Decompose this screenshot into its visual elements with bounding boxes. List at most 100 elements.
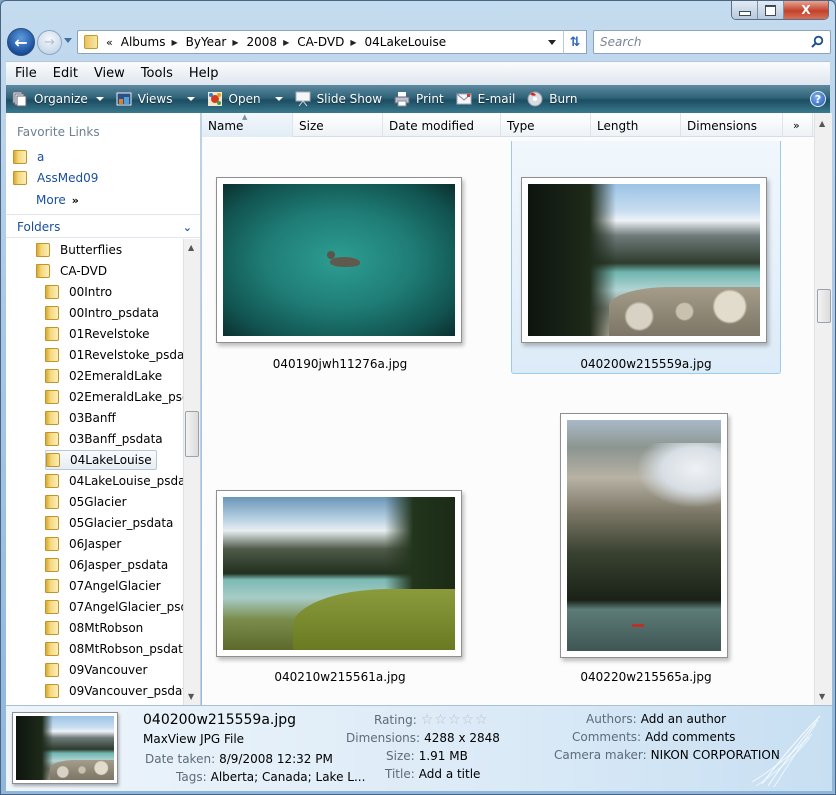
prop-value[interactable]: Add an author [641, 712, 726, 726]
scrollbar-thumb[interactable] [817, 289, 831, 323]
scroll-up-arrow-icon[interactable]: ▲ [188, 243, 194, 252]
views-button[interactable]: Views [110, 85, 201, 113]
print-button[interactable]: Print [388, 85, 450, 113]
tree-item[interactable]: 00Intro [45, 282, 112, 302]
tree-item[interactable]: 03Banff_psdata [45, 429, 163, 449]
breadcrumb-separator-icon[interactable]: ▶ [350, 38, 356, 47]
tree-item[interactable]: 09Vancouver [45, 660, 147, 680]
breadcrumb-separator-icon[interactable]: ▶ [171, 38, 177, 47]
close-button[interactable]: X [784, 1, 828, 19]
column-size[interactable]: Size [293, 113, 383, 137]
column-date-modified[interactable]: Date modified [383, 113, 501, 137]
file-tile[interactable]: 040220w215565a.jpg [511, 413, 781, 693]
refresh-button[interactable]: ⇅ [563, 30, 587, 54]
scroll-down-arrow-icon[interactable]: ▼ [188, 692, 194, 701]
prop-value[interactable]: Add comments [645, 730, 735, 744]
tree-item-selected[interactable]: 04LakeLouise [45, 450, 157, 470]
tree-item[interactable]: 00Intro_psdata [45, 303, 159, 323]
prop-label: Size: [386, 749, 415, 763]
breadcrumb-separator-icon[interactable]: ▶ [232, 38, 238, 47]
prop-value[interactable]: Alberta; Canada; Lake L... [211, 770, 366, 784]
file-list-scrollbar[interactable]: ▲ ▼ [814, 113, 832, 705]
prop-value[interactable]: 8/9/2008 12:32 PM [219, 752, 333, 766]
more-columns-button[interactable]: » [783, 113, 813, 137]
search-icon[interactable] [810, 35, 824, 49]
tree-item[interactable]: 04LakeLouise_psdat [45, 471, 183, 491]
tree-item[interactable]: 01Revelstoke_psdat [45, 345, 183, 365]
slideshow-button[interactable]: Slide Show [289, 85, 388, 113]
column-name[interactable]: ▲ Name [202, 113, 293, 137]
favorite-link-a[interactable]: a [13, 150, 44, 164]
rating-stars-icon[interactable]: ☆☆☆☆☆ [421, 712, 489, 728]
tree-item[interactable]: 07AngelGlacier_psd [45, 597, 183, 617]
more-links-button[interactable]: More » [36, 193, 79, 207]
breadcrumb-ca-dvd[interactable]: CA-DVD [297, 35, 344, 49]
address-dropdown-icon[interactable] [548, 40, 556, 45]
forward-button[interactable]: → [37, 30, 62, 55]
details-thumbnail [12, 712, 118, 784]
scroll-down-arrow-icon[interactable]: ▼ [819, 692, 825, 701]
menu-file[interactable]: File [6, 66, 45, 81]
prop-value[interactable]: Add a title [419, 767, 481, 781]
chevron-down-icon[interactable] [186, 97, 195, 101]
minimize-button[interactable] [732, 1, 758, 19]
open-button[interactable]: Open [201, 85, 289, 113]
burn-button[interactable]: Burn [521, 85, 583, 113]
tree-item[interactable]: 02EmeraldLake [45, 366, 162, 386]
tree-item-label: 05Glacier [69, 495, 127, 509]
tree-item[interactable]: 02EmeraldLake_psd [45, 387, 183, 407]
tree-item[interactable]: 05Glacier [45, 492, 127, 512]
favorite-link-assmed09[interactable]: AssMed09 [13, 171, 98, 185]
search-input[interactable]: Search [593, 30, 831, 54]
tree-item[interactable]: 07AngelGlacier [45, 576, 161, 596]
chevron-down-icon[interactable] [274, 97, 283, 101]
tree-item[interactable]: 03Banff [45, 408, 116, 428]
folders-header[interactable]: Folders ⌄ [6, 214, 200, 238]
breadcrumb-overflow[interactable]: « [106, 36, 113, 49]
breadcrumb-albums[interactable]: Albums [121, 35, 166, 49]
tree-item[interactable]: 05Glacier_psdata [45, 513, 173, 533]
address-bar[interactable]: « Albums ▶ ByYear ▶ 2008 ▶ CA-DVD ▶ 04La… [77, 30, 565, 54]
folder-tree-scrollbar[interactable]: ▲ ▼ [183, 239, 200, 705]
tree-item[interactable]: Butterflies [36, 240, 122, 260]
tree-item[interactable]: 09Vancouver_psdat [45, 681, 183, 701]
chevron-down-icon[interactable]: ⌄ [183, 221, 192, 234]
breadcrumb-2008[interactable]: 2008 [247, 35, 278, 49]
organize-button[interactable]: Organize [6, 85, 110, 113]
file-tile-selected[interactable]: 040200w215559a.jpg [511, 141, 781, 374]
maximize-button[interactable] [758, 1, 784, 19]
breadcrumb-04lakelouise[interactable]: 04LakeLouise [365, 35, 447, 49]
help-button[interactable]: ? [810, 91, 826, 107]
tree-item[interactable]: 08MtRobson [45, 618, 143, 638]
tree-item[interactable]: 01Revelstoke [45, 324, 149, 344]
menu-help[interactable]: Help [181, 66, 227, 81]
column-dimensions[interactable]: Dimensions [681, 113, 783, 137]
folder-icon [45, 579, 59, 593]
recent-pages-dropdown[interactable] [64, 38, 72, 43]
scroll-up-arrow-icon[interactable]: ▲ [819, 119, 825, 128]
tree-item[interactable]: 06Jasper [45, 534, 121, 554]
command-bar: Organize Views Open Slide Show Print E-m… [6, 85, 830, 113]
column-type[interactable]: Type [501, 113, 591, 137]
tree-item[interactable]: CA-DVD [36, 261, 107, 281]
menu-tools[interactable]: Tools [133, 66, 181, 81]
file-tile[interactable]: 040210w215561a.jpg [210, 413, 470, 693]
email-button[interactable]: E-mail [450, 85, 522, 113]
tree-item[interactable]: 06Jasper_psdata [45, 555, 168, 575]
file-tile[interactable]: 040190jwh11276a.jpg [210, 141, 470, 375]
breadcrumb-separator-icon[interactable]: ▶ [283, 38, 289, 47]
menu-edit[interactable]: Edit [45, 66, 86, 81]
scrollbar-thumb[interactable] [185, 411, 199, 457]
tree-item-label: 04LakeLouise [70, 453, 152, 467]
back-button[interactable]: ← [7, 28, 35, 56]
column-length[interactable]: Length [591, 113, 681, 137]
thumbnail [216, 177, 462, 343]
prop-label: Tags: [176, 770, 207, 784]
prop-label: Rating: [374, 713, 417, 727]
menu-view[interactable]: View [86, 66, 133, 81]
tree-item[interactable]: 08MtRobson_psdat [45, 639, 183, 659]
file-name: 040190jwh11276a.jpg [272, 357, 408, 371]
breadcrumb-byyear[interactable]: ByYear [186, 35, 227, 49]
folder-icon [45, 285, 59, 299]
column-name-label: Name [208, 119, 244, 133]
